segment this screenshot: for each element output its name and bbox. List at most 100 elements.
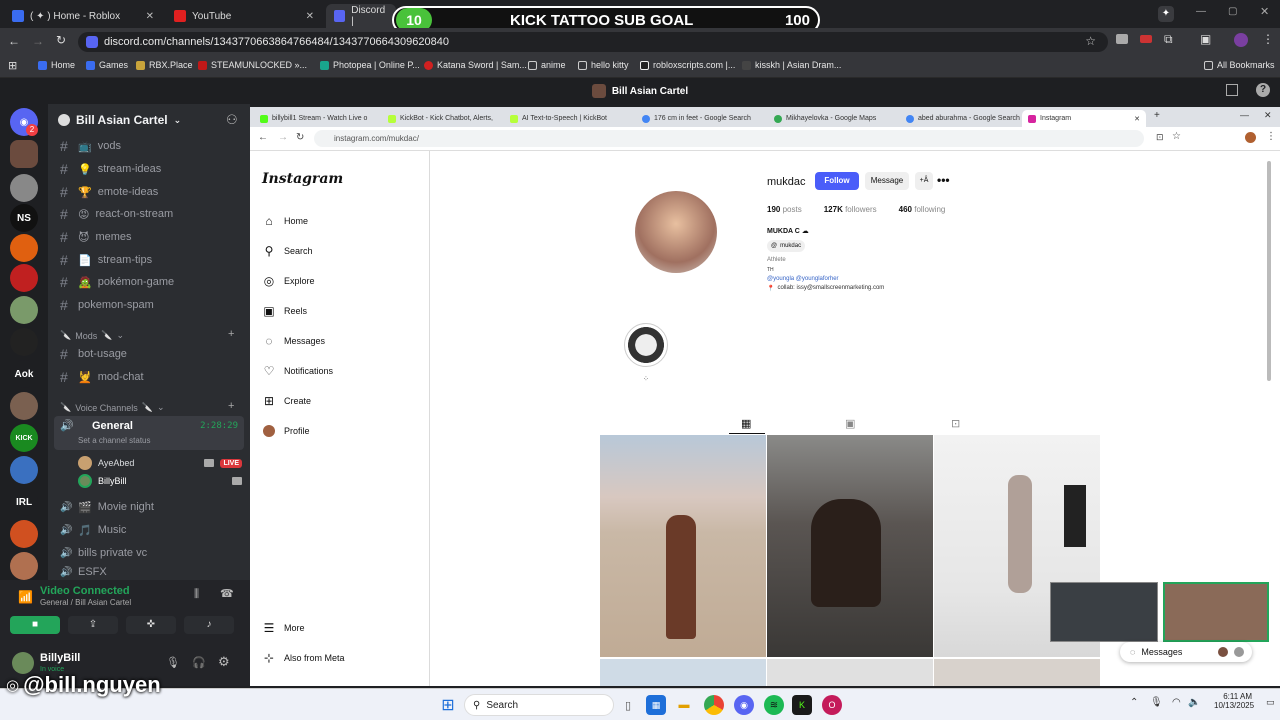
channel-react-on-stream[interactable]: # 😡 react-on-stream xyxy=(56,204,242,224)
post-beach[interactable] xyxy=(600,435,766,657)
file-explorer-icon[interactable]: ▬ xyxy=(674,695,694,715)
sidepanel-icon[interactable]: ▣ xyxy=(1200,32,1211,46)
extension-icon[interactable] xyxy=(1116,34,1128,44)
server-item[interactable] xyxy=(10,234,38,262)
channel-bot-usage[interactable]: # bot-usage xyxy=(56,344,242,364)
chevron-up-icon[interactable]: ⌃ xyxy=(1130,697,1138,708)
tab-roblox[interactable]: ( ✦ ) Home - Roblox ✕ xyxy=(4,4,162,28)
disconnect-icon[interactable]: ☎ xyxy=(220,587,234,600)
volume-icon[interactable]: 🔈 xyxy=(1188,697,1200,708)
channel-pokemon-game[interactable]: # 🧟 pokémon-game xyxy=(56,272,242,292)
add-channel-icon[interactable]: + xyxy=(228,400,234,412)
bookmark-steam[interactable]: STEAMUNLOCKED »... xyxy=(198,60,307,70)
nav-more[interactable]: ☰ More xyxy=(262,619,305,637)
spotify-icon[interactable]: ≋ xyxy=(764,695,784,715)
apps-grid-icon[interactable]: ⊞ xyxy=(8,59,17,72)
message-button[interactable]: Message xyxy=(865,172,909,190)
nav-also-from-meta[interactable]: ⊹ Also from Meta xyxy=(262,649,345,667)
nav-messages[interactable]: ◌ Messages xyxy=(262,332,325,350)
activity-button[interactable]: ✜ xyxy=(126,616,176,634)
nav-search[interactable]: ⚲ Search xyxy=(262,242,313,260)
menu-icon[interactable]: ⋮ xyxy=(1262,32,1274,46)
scrollbar[interactable] xyxy=(1267,161,1271,381)
server-item[interactable] xyxy=(10,456,38,484)
minimize-icon[interactable]: — xyxy=(1240,110,1249,120)
camera-button[interactable]: ■ xyxy=(10,616,60,634)
wifi-icon[interactable]: ◠ xyxy=(1172,697,1181,708)
bookmark-kisskh[interactable]: kisskh | Asian Dram... xyxy=(742,60,841,70)
connected-channel[interactable]: General / Bill Asian Cartel xyxy=(40,598,131,607)
nav-create[interactable]: ⊞ Create xyxy=(262,392,311,410)
voice-channel-general[interactable]: 🔊 General 2:28:29 Set a channel status xyxy=(54,416,244,450)
threads-badge[interactable]: @ mukdac xyxy=(767,240,806,252)
post-item[interactable] xyxy=(767,659,933,686)
noise-icon[interactable]: ⫼ xyxy=(194,588,199,601)
reload-icon[interactable]: ↻ xyxy=(56,33,66,47)
inner-tab[interactable]: abed aburahma - Google Search xyxy=(900,110,1026,127)
notification-icon[interactable]: ▭ xyxy=(1266,697,1275,708)
kick-app-icon[interactable]: K xyxy=(792,695,812,715)
webcam-tile[interactable] xyxy=(1050,582,1158,642)
mouse-icon[interactable]: ▯ xyxy=(618,695,638,715)
taskbar-search[interactable]: ⚲ Search xyxy=(464,694,614,716)
server-item[interactable] xyxy=(10,296,38,324)
more-options-icon[interactable]: ••• xyxy=(937,173,950,187)
post-item[interactable] xyxy=(600,659,766,686)
bookmark-hello-kitty[interactable]: hello kitty xyxy=(578,60,629,70)
inner-tab[interactable]: Mikhayelovka - Google Maps xyxy=(768,110,896,127)
posts-grid-tab-icon[interactable]: ▦ xyxy=(741,417,751,430)
back-icon[interactable]: ← xyxy=(8,34,20,48)
close-window-icon[interactable]: ✕ xyxy=(1264,110,1272,121)
tab-discord[interactable]: Discord | xyxy=(326,4,396,28)
install-icon[interactable]: ⊡ xyxy=(1156,132,1164,143)
inner-tab[interactable]: 176 cm in feet - Google Search xyxy=(636,110,764,127)
avatar[interactable] xyxy=(12,652,34,674)
extension-red-icon[interactable] xyxy=(1140,35,1152,43)
puzzle-icon[interactable]: ⧉ xyxy=(1164,32,1173,47)
menu-icon[interactable]: ⋮ xyxy=(1266,131,1276,142)
voice-channel-movie-night[interactable]: 🔊 🎬 Movie night xyxy=(56,497,242,517)
discord-icon[interactable]: ◉ xyxy=(734,695,754,715)
channel-vods[interactable]: # 📺 vods xyxy=(56,136,242,156)
inner-tab[interactable]: KickBot - Kick Chatbot, Alerts, xyxy=(382,110,500,127)
webcam-tile-speaking[interactable] xyxy=(1163,582,1269,642)
voice-user[interactable]: AyeAbed LIVE xyxy=(78,454,242,472)
reels-tab-icon[interactable]: ▣ xyxy=(845,417,855,430)
bookmark-katana[interactable]: Katana Sword | Sam... xyxy=(424,60,527,70)
headphones-icon[interactable]: 🎧 xyxy=(192,656,206,669)
nav-profile[interactable]: Profile xyxy=(262,422,310,440)
screen-share-button[interactable]: ⇪ xyxy=(68,616,118,634)
suggest-button[interactable]: +Â xyxy=(915,172,933,190)
server-header[interactable]: Bill Asian Cartel ⌄ xyxy=(58,110,181,130)
post-item[interactable] xyxy=(934,659,1100,686)
add-channel-icon[interactable]: + xyxy=(228,328,234,340)
channel-memes[interactable]: # 😈 memes xyxy=(56,227,242,247)
inner-url-field[interactable]: instagram.com/mukdac/ xyxy=(314,130,1144,147)
followers-count[interactable]: 127K followers xyxy=(824,205,877,214)
voice-user[interactable]: BillyBill xyxy=(78,472,242,490)
inbox-icon[interactable] xyxy=(1226,84,1238,96)
signal-icon[interactable]: 📶 xyxy=(18,590,33,604)
close-window-icon[interactable]: ✕ xyxy=(1260,5,1269,18)
bookmark-robloxscripts[interactable]: robloxscripts.com |... xyxy=(640,60,735,70)
inner-tab-instagram[interactable]: Instagram ✕ xyxy=(1022,110,1146,127)
close-icon[interactable]: ✕ xyxy=(306,11,314,22)
category-mods[interactable]: 🔪 Mods 🔪 ⌄ xyxy=(60,330,124,341)
microphone-icon[interactable]: 🎙 xyxy=(1150,697,1163,708)
new-tab-icon[interactable]: + xyxy=(1154,110,1160,121)
bio-mentions[interactable]: @youngla @younglaforher xyxy=(767,276,839,282)
voice-channel-music[interactable]: 🔊 🎵 Music xyxy=(56,520,242,540)
following-count[interactable]: 460 following xyxy=(899,205,946,214)
clock[interactable]: 6:11 AM 10/13/2025 xyxy=(1214,692,1254,710)
opera-icon[interactable]: O xyxy=(822,695,842,715)
voice-channel-esfx[interactable]: 🔊 ESFX xyxy=(56,566,242,578)
server-irl[interactable]: IRL xyxy=(10,488,38,516)
bookmark-home[interactable]: Home xyxy=(38,60,75,70)
follow-button[interactable]: Follow xyxy=(815,172,859,190)
microphone-icon[interactable]: 🎙 xyxy=(166,656,180,669)
nav-explore[interactable]: ◎ Explore xyxy=(262,272,315,290)
profile-picture[interactable] xyxy=(635,191,717,273)
inner-tab[interactable]: AI Text-to-Speech | KickBot xyxy=(504,110,632,127)
avatar[interactable] xyxy=(1234,33,1248,47)
back-icon[interactable]: ← xyxy=(258,132,268,143)
